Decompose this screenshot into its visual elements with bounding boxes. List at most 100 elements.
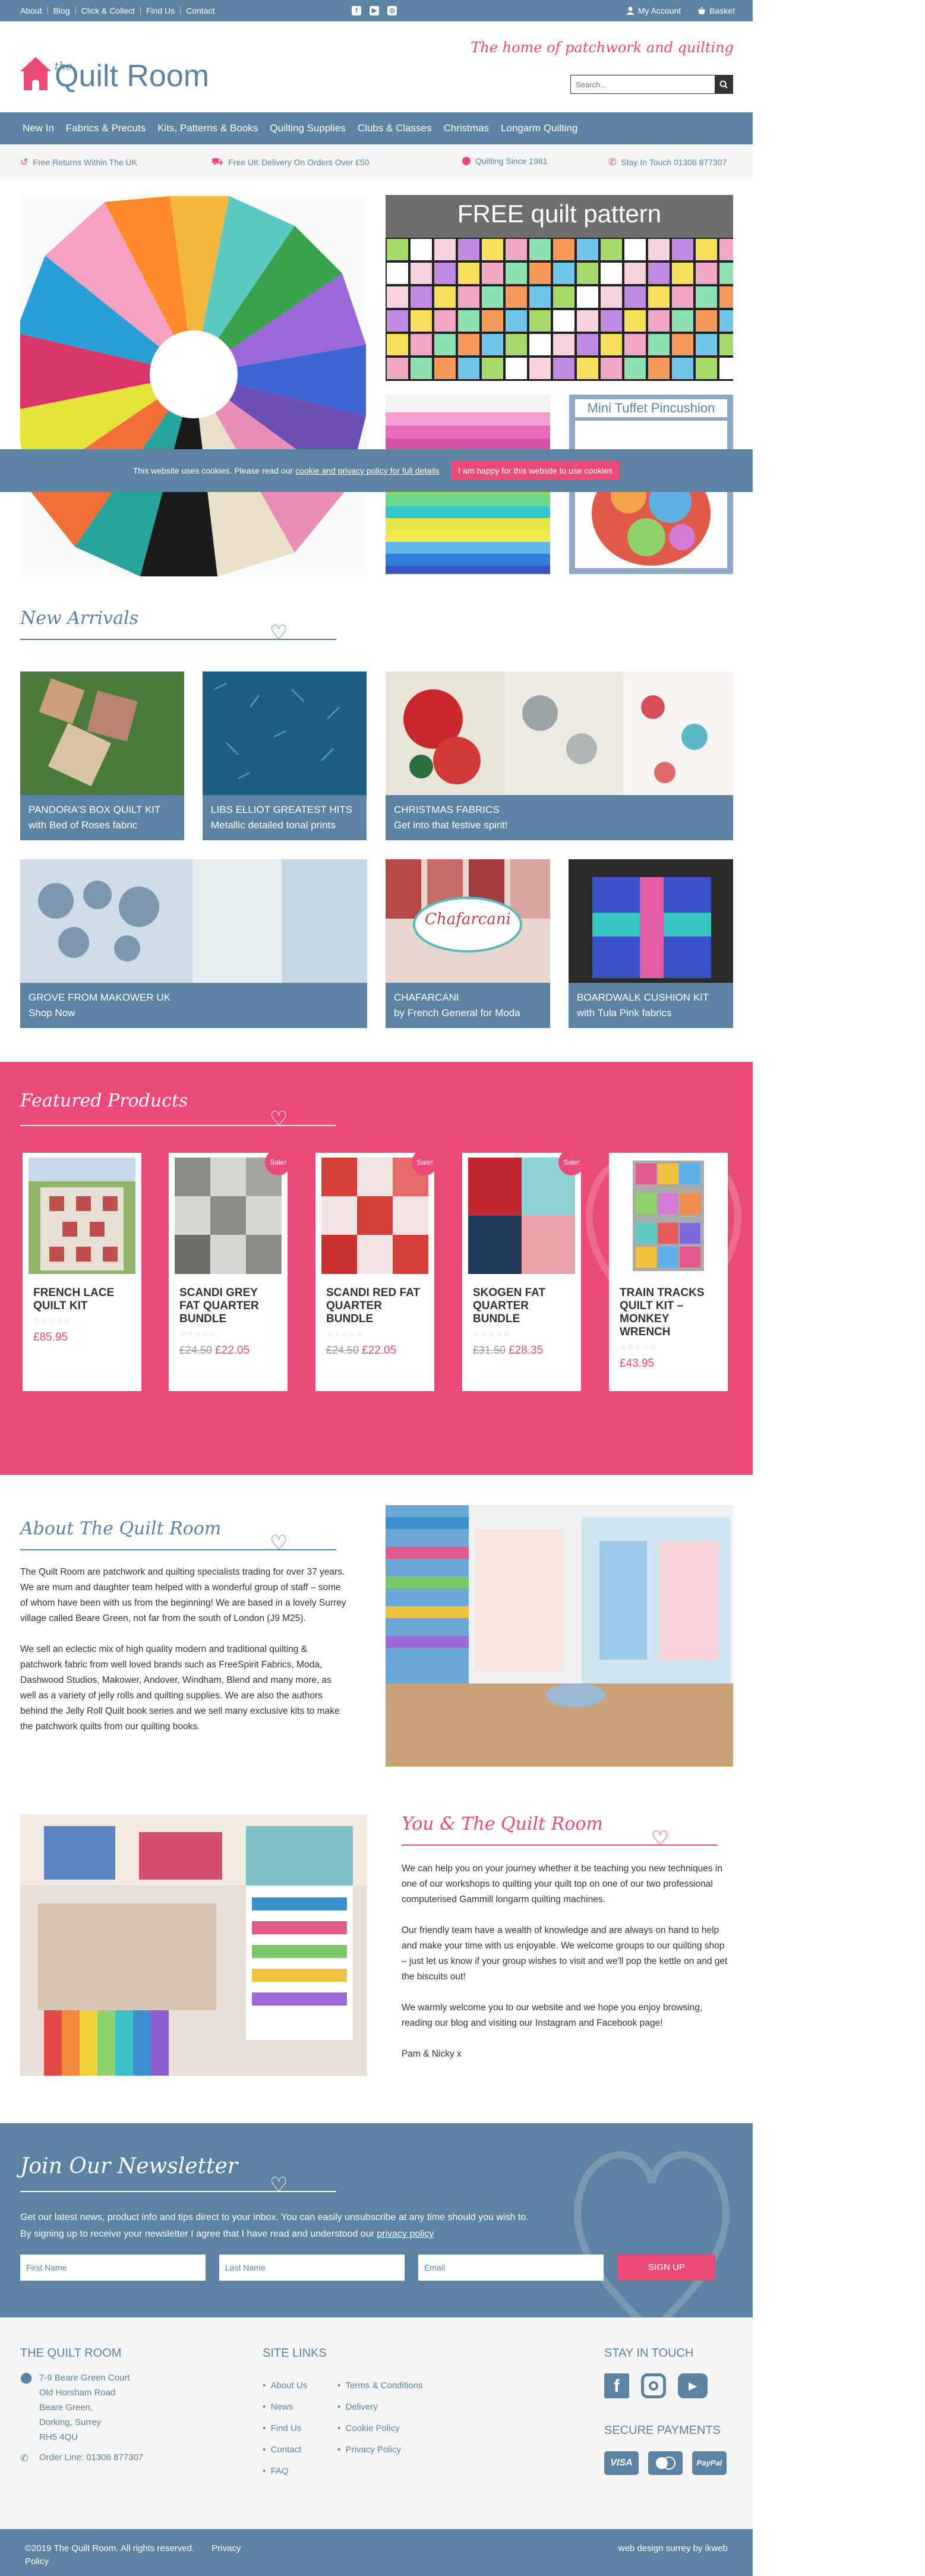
address-line: Old Horsham Road — [39, 2388, 116, 2398]
facebook-icon[interactable]: f — [604, 2373, 629, 2398]
footer-social: f ▶ — [604, 2373, 708, 2398]
nav-new-in[interactable]: New In — [23, 122, 54, 134]
nav-fabrics-precuts[interactable]: Fabrics & Precuts — [66, 122, 146, 134]
price-old: £24.50 — [326, 1344, 359, 1356]
footer-link-contact[interactable]: • Contact — [263, 2439, 307, 2461]
product-image — [175, 1158, 282, 1274]
tile-subtitle: Metallic detailed tonal prints — [211, 819, 336, 831]
product-card-scandi-red[interactable]: Sale! SCANDI RED FAT QUARTER BUNDLE ☆☆☆☆… — [315, 1149, 438, 1391]
product-card-train-tracks[interactable]: TRAIN TRACKS QUILT KIT – MONKEY WRENCH ☆… — [609, 1153, 728, 1391]
product-name[interactable]: SCANDI RED FAT QUARTER BUNDLE — [326, 1287, 427, 1326]
footer-order-line[interactable]: Order Line: 01306 877307 — [39, 2452, 143, 2463]
returns-icon: ↺ — [20, 157, 29, 168]
you-paragraph-2: Our friendly team have a wealth of knowl… — [402, 1925, 728, 1982]
tile-caption: GROVE FROM MAKOWER UK Shop Now — [20, 983, 367, 1028]
tile-subtitle: Shop Now — [29, 1007, 75, 1019]
footer: THE QUILT ROOM ⬤ 7-9 Beare Green Court O… — [0, 2318, 753, 2529]
tile-boardwalk-cushion[interactable]: BOARDWALK CUSHION KIT with Tula Pink fabr… — [569, 859, 733, 1028]
accept-cookies-button[interactable]: I am happy for this website to use cooki… — [451, 461, 620, 480]
truck-icon: ⛟ — [211, 157, 224, 167]
top-link-blog[interactable]: Blog — [48, 7, 76, 15]
product-card-french-lace[interactable]: FRENCH LACE QUILT KIT ☆☆☆☆☆ £85.95 — [23, 1153, 141, 1391]
featured-products-title: Featured Products — [20, 1090, 188, 1111]
product-card-skogen[interactable]: Sale! SKOGEN FAT QUARTER BUNDLE ☆☆☆☆☆ £3… — [462, 1149, 585, 1391]
benefit-since: Quilting Since 1981 — [462, 156, 547, 166]
hero-free-pattern-banner[interactable]: FREE quilt pattern — [386, 195, 733, 381]
free-pattern-title: FREE quilt pattern — [457, 200, 662, 228]
signup-button[interactable]: SIGN UP — [618, 2255, 715, 2281]
email-field[interactable]: Email — [418, 2255, 604, 2281]
location-icon: ⬤ — [20, 2372, 33, 2383]
footer-link-privacy-policy[interactable]: • Privacy Policy — [337, 2439, 423, 2461]
price-current: £28.35 — [509, 1344, 544, 1357]
facebook-icon[interactable]: f — [352, 6, 361, 15]
product-price: £31.50 £28.35 — [473, 1344, 543, 1357]
product-name[interactable]: SKOGEN FAT QUARTER BUNDLE — [473, 1287, 574, 1326]
benefit-delivery: ⛟ Free UK Delivery On Orders Over £50 — [211, 156, 369, 168]
about-underline — [20, 1549, 336, 1550]
last-name-field[interactable]: Last Name — [219, 2255, 405, 2281]
you-paragraph-1: We can help you on your journey whether … — [402, 1864, 722, 1905]
footer-link-news[interactable]: • News — [263, 2397, 307, 2418]
tile-libs-elliot[interactable]: LIBS ELLIOT GREATEST HITS Metallic detail… — [203, 671, 367, 840]
nav-quilting-supplies[interactable]: Quilting Supplies — [270, 122, 346, 134]
tile-title: BOARDWALK CUSHION KIT — [577, 992, 709, 1003]
newsletter-line-2: By signing up to receive your newsletter… — [20, 2229, 434, 2239]
instagram-icon[interactable]: ◎ — [387, 6, 397, 15]
top-link-about[interactable]: About — [20, 7, 48, 15]
newsletter-underline — [20, 2191, 336, 2192]
user-icon — [626, 7, 634, 15]
price-current: £22.05 — [362, 1344, 397, 1357]
footer-link-about-us[interactable]: • About Us — [263, 2375, 307, 2397]
youtube-icon[interactable]: ▶ — [678, 2373, 708, 2398]
heart-icon: ♡ — [270, 1108, 288, 1130]
tile-subtitle: Get into that festive spirit! — [394, 819, 508, 831]
tile-title: CHAFARCANI — [394, 992, 459, 1003]
privacy-policy-link[interactable]: privacy policy — [377, 2229, 434, 2239]
heart-icon: ♡ — [270, 2174, 288, 2196]
product-name[interactable]: FRENCH LACE QUILT KIT — [33, 1287, 134, 1313]
instagram-icon[interactable] — [641, 2373, 666, 2398]
product-name[interactable]: TRAIN TRACKS QUILT KIT – MONKEY WRENCH — [620, 1287, 721, 1339]
nav-longarm-quilting[interactable]: Longarm Quilting — [501, 122, 577, 134]
tile-pandoras-box[interactable]: PANDORA'S BOX QUILT KIT with Bed of Roses… — [20, 671, 184, 840]
footer-link-delivery[interactable]: • Delivery — [337, 2397, 423, 2418]
first-name-field[interactable]: First Name — [20, 2255, 206, 2281]
nav-kits-patterns-books[interactable]: Kits, Patterns & Books — [157, 122, 258, 134]
tile-christmas-fabrics[interactable]: CHRISTMAS FABRICS Get into that festive s… — [386, 671, 733, 840]
footer-link-find-us[interactable]: • Find Us — [263, 2418, 307, 2439]
cookie-policy-link[interactable]: cookie and privacy policy for full detai… — [295, 466, 439, 475]
tile-caption: BOARDWALK CUSHION KIT with Tula Pink fabr… — [569, 983, 733, 1028]
newsletter-description: Get our latest news, product info and ti… — [20, 2209, 733, 2243]
logo-title: Quilt Room — [55, 59, 210, 93]
top-link-contact[interactable]: Contact — [181, 7, 220, 15]
top-link-find-us[interactable]: Find Us — [141, 7, 181, 15]
site-logo[interactable]: the Quilt Room — [20, 49, 209, 92]
hero-fabric-fan-image[interactable] — [20, 196, 367, 576]
footer-link-faq[interactable]: • FAQ — [263, 2461, 307, 2482]
product-card-scandi-grey[interactable]: Sale! SCANDI GREY FAT QUARTER BUNDLE ☆☆☆… — [169, 1149, 291, 1391]
benefit-stay-in-touch[interactable]: ✆ Stay In Touch 01306 877307 — [608, 156, 727, 168]
nav-clubs-classes[interactable]: Clubs & Classes — [358, 122, 432, 134]
cookie-bar: This website uses cookies. Please read o… — [0, 449, 753, 492]
search-button[interactable] — [715, 75, 733, 93]
product-image — [615, 1158, 722, 1274]
footer-link-terms[interactable]: • Terms & Conditions — [337, 2375, 423, 2397]
address-line: 7-9 Beare Green Court — [39, 2373, 130, 2383]
nav-christmas[interactable]: Christmas — [444, 122, 490, 134]
my-account-link[interactable]: My Account — [626, 6, 681, 15]
search-input[interactable] — [571, 75, 715, 93]
footer-link-cookie-policy[interactable]: • Cookie Policy — [337, 2418, 423, 2439]
product-name[interactable]: SCANDI GREY FAT QUARTER BUNDLE — [179, 1287, 280, 1326]
tile-grove-makower[interactable]: GROVE FROM MAKOWER UK Shop Now — [20, 859, 367, 1028]
design-credit[interactable]: web design surrey by ikweb — [618, 2543, 728, 2553]
heart-icon: ♡ — [270, 1532, 288, 1555]
product-price: £24.50 £22.05 — [179, 1344, 250, 1357]
youtube-icon[interactable]: ▶ — [370, 6, 379, 15]
tile-chafarcani[interactable]: Chafarcani CHAFARCANI by French General f… — [386, 859, 550, 1028]
top-link-click-collect[interactable]: Click & Collect — [76, 7, 141, 15]
footer-links-title: SITE LINKS — [263, 2347, 327, 2360]
top-links: About Blog Click & Collect Find Us Conta… — [20, 7, 220, 15]
basket-link[interactable]: Basket — [697, 6, 735, 15]
footer-links-col-b: • Terms & Conditions • Delivery • Cookie… — [337, 2375, 423, 2461]
